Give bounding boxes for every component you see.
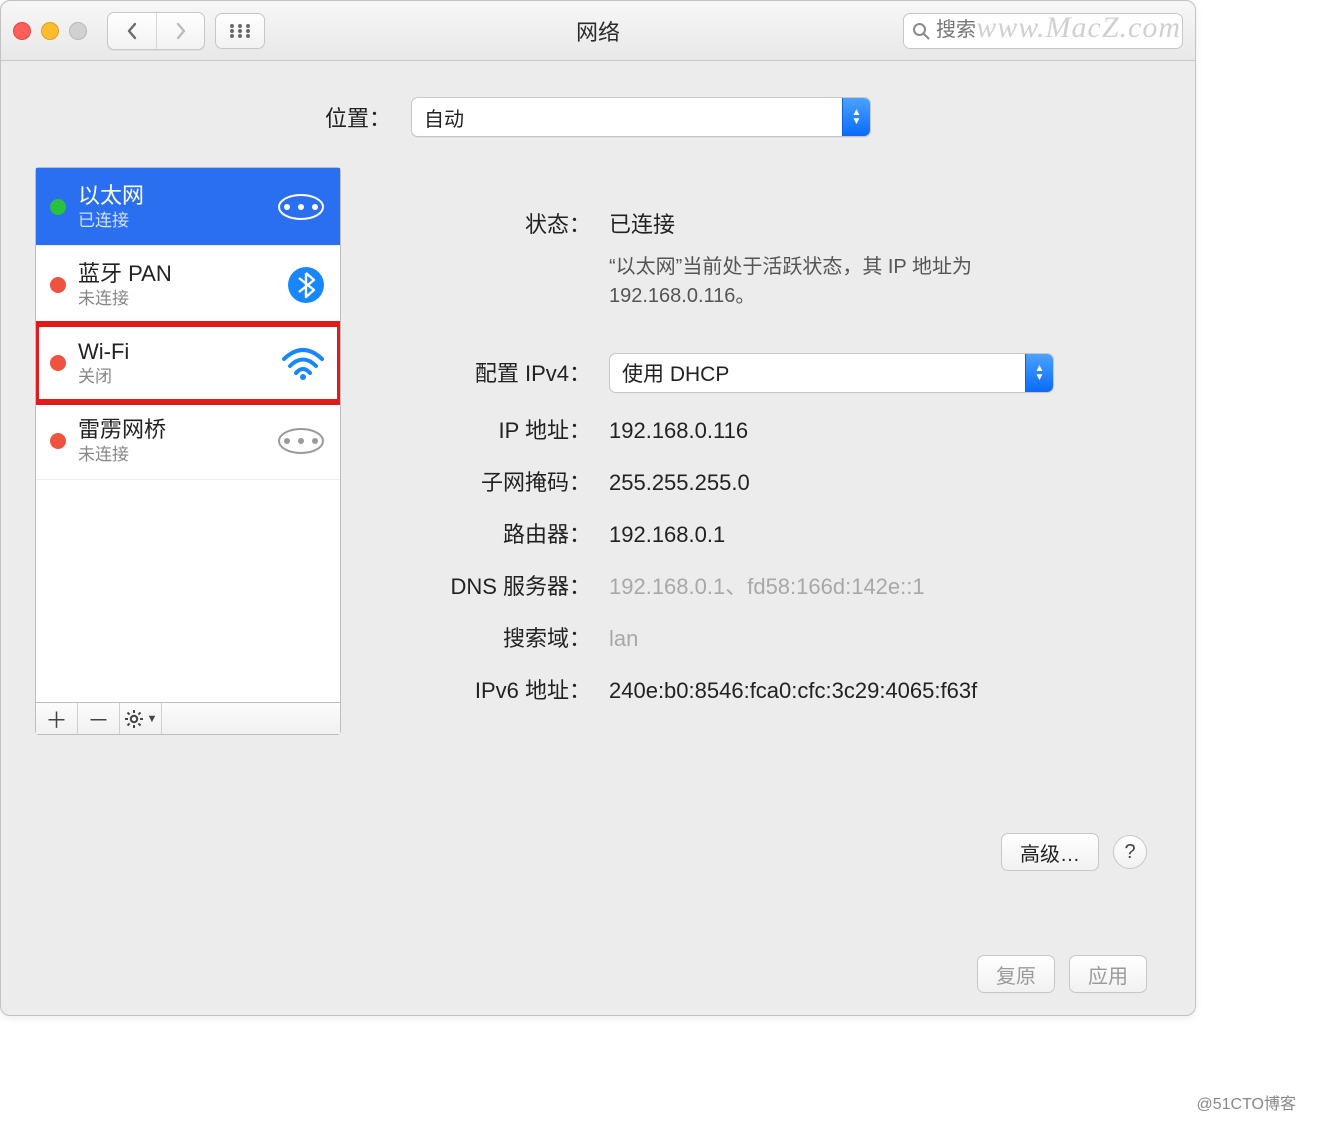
location-select[interactable]: 自动 ▲▼ [411,97,871,137]
search-field[interactable] [903,13,1183,49]
ip-label: IP 地址： [381,413,591,445]
ipv4config-value: 使用 DHCP [610,358,1025,388]
status-dot-disconnected-icon [50,277,66,293]
service-status: 未连接 [78,288,172,309]
close-window-button[interactable] [13,22,31,40]
nav-segment [107,12,205,50]
attribution-text: @51CTO博客 [1196,1090,1296,1114]
ethernet-icon [276,191,326,223]
service-item-wifi[interactable]: Wi-Fi 关闭 [36,324,340,402]
service-item-bluetooth-pan[interactable]: 蓝牙 PAN 未连接 [36,246,340,324]
back-button[interactable] [108,13,156,49]
bluetooth-icon [286,265,326,305]
minimize-window-button[interactable] [41,22,59,40]
service-item-ethernet[interactable]: 以太网 已连接 [36,168,340,246]
service-actions-menu[interactable]: ▼ [120,703,162,734]
service-status: 关闭 [78,366,129,387]
searchdomain-value: lan [609,626,638,652]
zoom-window-button[interactable] [69,22,87,40]
service-name: Wi-Fi [78,338,129,366]
ipv6-label: IPv6 地址： [381,673,591,705]
search-input[interactable] [936,19,1174,42]
select-stepper-icon: ▲▼ [1025,354,1053,392]
dns-label: DNS 服务器： [381,569,591,601]
ipv6-value: 240e:b0:8546:fca0:cfc:3c29:4065:f63f [609,678,977,704]
search-icon [912,22,930,40]
service-list: 以太网 已连接 蓝牙 PAN 未连接 [36,168,340,702]
mask-label: 子网掩码： [381,465,591,497]
wifi-icon [280,345,326,381]
ip-value: 192.168.0.116 [609,418,748,444]
service-name: 以太网 [78,182,144,210]
advanced-button[interactable]: 高级… [1001,833,1099,871]
forward-button[interactable] [156,13,204,49]
status-detail-text: “以太网”当前处于活跃状态，其 IP 地址为 192.168.0.116。 [609,253,1089,311]
revert-button[interactable]: 复原 [977,955,1055,993]
service-name: 雷雳网桥 [78,416,166,444]
status-dot-disconnected-icon [50,433,66,449]
service-status: 已连接 [78,210,144,231]
thunderbolt-bridge-icon [276,425,326,457]
location-row: 位置： 自动 ▲▼ [1,61,1195,167]
status-value: 已连接 [609,207,675,239]
titlebar: 网络 [1,1,1195,61]
searchdomain-label: 搜索域： [381,621,591,653]
show-all-button[interactable] [215,13,265,49]
chevron-down-icon: ▼ [147,713,158,725]
dns-value: 192.168.0.1、fd58:166d:142e::1 [609,569,925,601]
ipv4config-label: 配置 IPv4： [381,356,591,388]
help-button[interactable]: ? [1113,835,1147,869]
router-value: 192.168.0.1 [609,522,725,548]
service-status: 未连接 [78,444,166,465]
router-label: 路由器： [381,517,591,549]
location-label: 位置： [325,101,391,133]
network-prefs-window: 网络 www.MacZ.com 位置： 自动 ▲▼ 以太网 已连接 [0,0,1196,1016]
service-item-thunderbolt-bridge[interactable]: 雷雳网桥 未连接 [36,402,340,480]
status-label: 状态： [381,207,591,239]
service-sidebar: 以太网 已连接 蓝牙 PAN 未连接 [35,167,341,735]
select-stepper-icon: ▲▼ [842,98,870,136]
apply-button[interactable]: 应用 [1069,955,1147,993]
mask-value: 255.255.255.0 [609,470,750,496]
gear-icon [124,709,144,729]
location-value: 自动 [412,103,842,132]
traffic-lights [13,22,87,40]
ipv4config-select[interactable]: 使用 DHCP ▲▼ [609,353,1054,393]
add-service-button[interactable]: ＋ [36,703,78,734]
status-dot-off-icon [50,355,66,371]
status-dot-connected-icon [50,199,66,215]
sidebar-toolbar: ＋ － ▼ [36,702,340,734]
service-name: 蓝牙 PAN [78,260,172,288]
remove-service-button[interactable]: － [78,703,120,734]
detail-pane: 状态： 已连接 “以太网”当前处于活跃状态，其 IP 地址为 192.168.0… [361,167,1161,735]
